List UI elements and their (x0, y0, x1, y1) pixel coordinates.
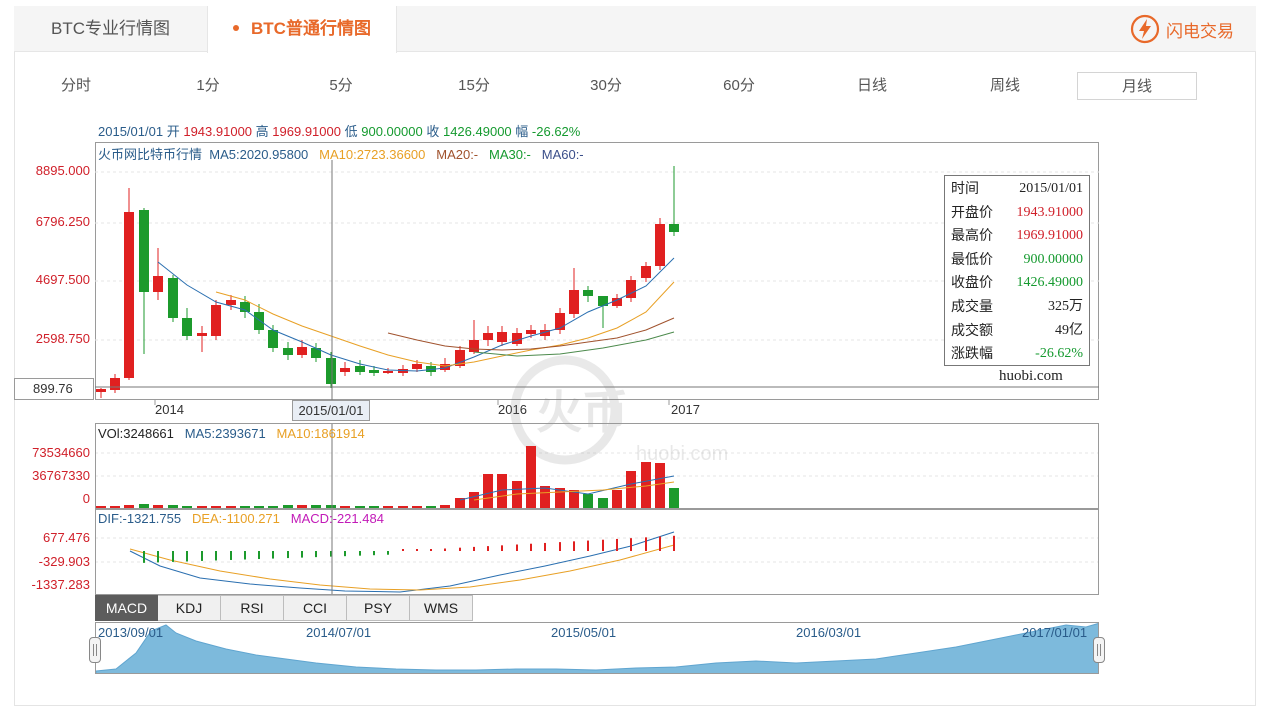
site-label: huobi.com (999, 368, 1063, 384)
macd-y-label: -329.903 (38, 554, 90, 569)
vol-y-label: 0 (82, 491, 90, 506)
indicator-tab[interactable]: WMS (410, 595, 473, 621)
vol-ma10-legend: MA10:1861914 (276, 426, 365, 441)
candle-body (153, 276, 163, 292)
nav-date-label: 2016/03/01 (796, 625, 862, 640)
indicator-tab[interactable]: RSI (221, 595, 284, 621)
tooltip-row: 成交量 325万 (951, 295, 1083, 318)
candle-body (669, 224, 679, 232)
tooltip-value: 2015/01/01 (1019, 181, 1083, 196)
tooltip-row: 收盘价 1426.49000 (951, 271, 1083, 294)
vol-y-label: 36767330 (32, 468, 90, 483)
indicator-tab[interactable]: KDJ (158, 595, 221, 621)
nav-left-handle[interactable] (89, 637, 101, 663)
tooltip-key: 成交量 (951, 298, 993, 314)
candle-body (383, 371, 393, 373)
nav-date-label: 2013/09/01 (98, 625, 164, 640)
dea-legend: DEA:-1100.271 (191, 511, 280, 526)
candle-body (569, 290, 579, 314)
candle-body (297, 347, 307, 355)
ma5-line (157, 257, 675, 372)
tooltip-value: 1969.91000 (1016, 228, 1084, 244)
candle-body (182, 318, 192, 336)
tooltip-row: 成交额 49亿 (951, 319, 1083, 342)
candle-body (369, 370, 379, 373)
candle-body (254, 312, 264, 330)
candle-body (526, 330, 536, 334)
candle-body (641, 266, 651, 278)
candle-body (469, 340, 479, 352)
candle-body (211, 305, 221, 336)
vol-ma5-legend: MA5:2393671 (184, 426, 266, 441)
tooltip-row: 最低价 900.00000 (951, 248, 1083, 271)
tooltip-key: 涨跌幅 (951, 345, 993, 362)
candle-body (483, 333, 493, 340)
tooltip-key: 开盘价 (951, 203, 993, 220)
indicator-tab[interactable]: CCI (284, 595, 347, 621)
candle-body (355, 366, 365, 372)
tooltip-key: 最低价 (951, 250, 993, 267)
macd-legend: DIF:-1321.755 DEA:-1100.271 MACD:-221.48… (98, 511, 384, 526)
tooltip-key: 收盘价 (951, 274, 993, 291)
tooltip-row: 最高价 1969.91000 (951, 224, 1083, 247)
macd-value-legend: MACD:-221.484 (290, 511, 384, 526)
candle-body (268, 330, 278, 348)
candle-body (226, 300, 236, 305)
tooltip-row: 开盘价 1943.91000 (951, 201, 1083, 224)
candle-body (512, 333, 522, 344)
macd-y-label: -1337.283 (31, 577, 90, 592)
candle-body (197, 333, 207, 336)
vol-legend: VOl:3248661 (98, 426, 174, 441)
tooltip-value: 49亿 (1055, 322, 1083, 338)
tooltip-value: 900.00000 (1023, 251, 1084, 267)
moving-average-lines (157, 257, 675, 372)
candle-body (96, 389, 106, 392)
candle-body (497, 332, 507, 342)
tooltip-key: 时间 (951, 180, 979, 196)
candle-body (283, 348, 293, 355)
tooltip-value: -26.62% (1035, 346, 1083, 362)
indicator-tab[interactable]: MACD (95, 595, 158, 621)
vol-y-label: 73534660 (32, 445, 90, 460)
candle-body (583, 290, 593, 296)
candle-body (168, 278, 178, 318)
nav-right-handle[interactable] (1093, 637, 1105, 663)
tooltip-value: 325万 (1048, 299, 1083, 314)
data-tooltip: 时间 2015/01/01 开盘价 1943.91000 最高价 1969.91000 最低… (944, 175, 1090, 366)
candle-body (124, 212, 134, 378)
candle-body (340, 368, 350, 372)
volume-legend: VOl:3248661 MA5:2393671 MA10:1861914 (98, 426, 365, 441)
indicator-tabs: MACD KDJ RSI CCI PSY WMS (95, 595, 473, 621)
nav-date-label: 2015/05/01 (551, 625, 617, 640)
tooltip-row: 时间 2015/01/01 (951, 177, 1083, 200)
candle-body (110, 378, 120, 390)
nav-date-label: 2014/07/01 (306, 625, 372, 640)
nav-date-label: 2017/01/01 (1022, 625, 1088, 640)
dif-legend: DIF:-1321.755 (98, 511, 182, 526)
tooltip-row: 涨跌幅 -26.62% (951, 342, 1083, 365)
candle-body (612, 298, 622, 306)
candle-body (655, 224, 665, 266)
tooltip-value: 1426.49000 (1016, 275, 1084, 291)
macd-y-label: 677.476 (43, 530, 90, 545)
tooltip-key: 成交额 (951, 321, 993, 338)
candle-body (412, 364, 422, 369)
candle-body (326, 358, 336, 384)
candle-body (139, 210, 149, 292)
tooltip-value: 1943.91000 (1016, 204, 1084, 220)
indicator-tab[interactable]: PSY (347, 595, 410, 621)
tooltip-key: 最高价 (951, 227, 993, 244)
